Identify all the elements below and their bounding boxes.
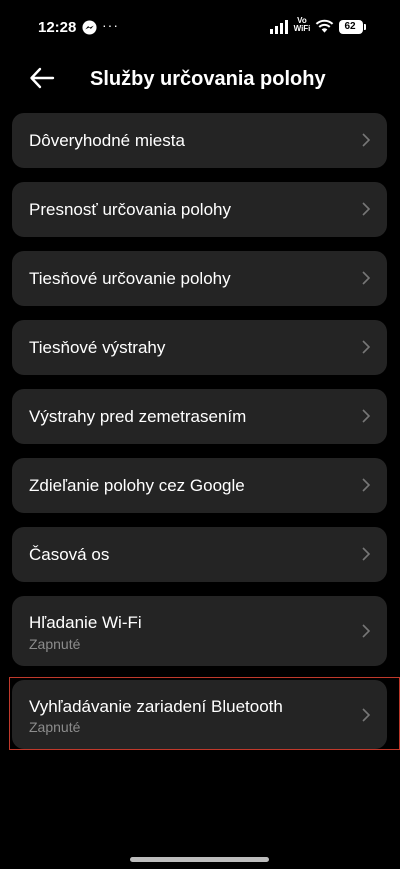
item-label: Tiesňové určovanie polohy xyxy=(29,269,231,288)
vowifi-label: Vo WiFi xyxy=(293,16,311,33)
item-label: Výstrahy pred zemetrasením xyxy=(29,407,247,426)
messenger-icon xyxy=(82,20,97,35)
back-arrow-icon[interactable] xyxy=(28,64,56,92)
chevron-right-icon xyxy=(362,478,371,492)
chevron-right-icon xyxy=(362,271,371,285)
vowifi-icon: Vo WiFi xyxy=(292,17,312,33)
home-indicator[interactable] xyxy=(130,857,269,862)
wifi-icon xyxy=(315,19,334,33)
page-title: Služby určovania polohy xyxy=(90,68,326,90)
item-label: Presnosť určovania polohy xyxy=(29,200,231,219)
list-item-location-accuracy[interactable]: Presnosť určovania polohy xyxy=(12,182,387,237)
item-label: Zdieľanie polohy cez Google xyxy=(29,476,245,495)
signal-icon xyxy=(270,20,288,34)
item-label: Dôveryhodné miesta xyxy=(29,131,185,150)
item-label: Tiesňové výstrahy xyxy=(29,338,166,357)
list-item-trusted-places[interactable]: Dôveryhodné miesta xyxy=(12,113,387,168)
list-item-emergency-location[interactable]: Tiesňové určovanie polohy xyxy=(12,251,387,306)
battery-level: 62 xyxy=(344,21,356,32)
item-label: Časová os xyxy=(29,545,110,564)
selection-highlight xyxy=(9,677,400,750)
status-bar: 12:28 ··· Vo WiFi 62 xyxy=(0,0,400,56)
chevron-right-icon xyxy=(362,409,371,423)
item-status: Zapnuté xyxy=(29,636,81,652)
list-item-emergency-alerts[interactable]: Tiesňové výstrahy xyxy=(12,320,387,375)
chevron-right-icon xyxy=(362,340,371,354)
list-item-wifi-scanning[interactable]: Hľadanie Wi-Fi Zapnuté xyxy=(12,596,387,666)
more-notifications-icon: ··· xyxy=(102,17,119,33)
battery-icon: 62 xyxy=(339,20,366,34)
item-label: Hľadanie Wi-Fi xyxy=(29,613,142,632)
list-item-earthquake-alerts[interactable]: Výstrahy pred zemetrasením xyxy=(12,389,387,444)
chevron-right-icon xyxy=(362,547,371,561)
chevron-right-icon xyxy=(362,624,371,638)
chevron-right-icon xyxy=(362,133,371,147)
clock: 12:28 xyxy=(38,19,77,36)
chevron-right-icon xyxy=(362,202,371,216)
list-item-timeline[interactable]: Časová os xyxy=(12,527,387,582)
list-item-google-location-sharing[interactable]: Zdieľanie polohy cez Google xyxy=(12,458,387,513)
